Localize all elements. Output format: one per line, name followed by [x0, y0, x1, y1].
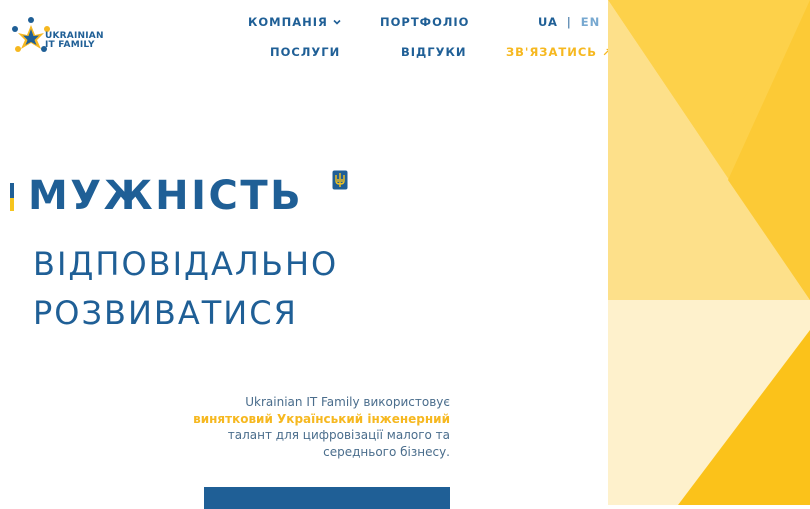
language-switcher: UA | EN	[538, 15, 600, 29]
cta-button[interactable]	[204, 487, 450, 509]
description-part2: талант для цифровізації малого та середн…	[227, 428, 450, 459]
nav-services[interactable]: ПОСЛУГИ	[270, 45, 340, 59]
lang-en[interactable]: EN	[581, 15, 600, 29]
nav-portfolio[interactable]: ПОРТФОЛІО	[380, 15, 469, 29]
typing-cursor	[10, 183, 14, 211]
description-part1: Ukrainian IT Family використовує	[245, 395, 450, 409]
nav-company-label: КОМПАНІЯ	[248, 15, 328, 29]
nav-company[interactable]: КОМПАНІЯ	[248, 15, 342, 29]
lang-separator: |	[566, 15, 572, 29]
description-highlight: винятковий Український інженерний	[193, 411, 450, 426]
decorative-triangles	[608, 0, 810, 505]
hero-line-3: РОЗВИВАТИСЯ	[33, 294, 298, 332]
logo-text: UKRAINIAN IT FAMILY	[45, 32, 104, 50]
nav-reviews[interactable]: ВІДГУКИ	[401, 45, 467, 59]
logo[interactable]: UKRAINIAN IT FAMILY	[9, 11, 109, 63]
hero-line-2: ВІДПОВІДАЛЬНО	[33, 245, 339, 283]
logo-text-line2: IT FAMILY	[45, 40, 95, 50]
lang-ua[interactable]: UA	[538, 15, 558, 29]
hero-word: МУЖНІСТЬ	[28, 173, 304, 219]
nav-contact-label: ЗВ'ЯЗАТИСЬ	[506, 45, 598, 59]
trident-icon	[332, 170, 348, 190]
nav-contact-link[interactable]: ЗВ'ЯЗАТИСЬ ↗	[506, 45, 612, 59]
chevron-down-icon	[333, 19, 341, 25]
hero-description: Ukrainian IT Family використовує винятко…	[190, 394, 450, 460]
